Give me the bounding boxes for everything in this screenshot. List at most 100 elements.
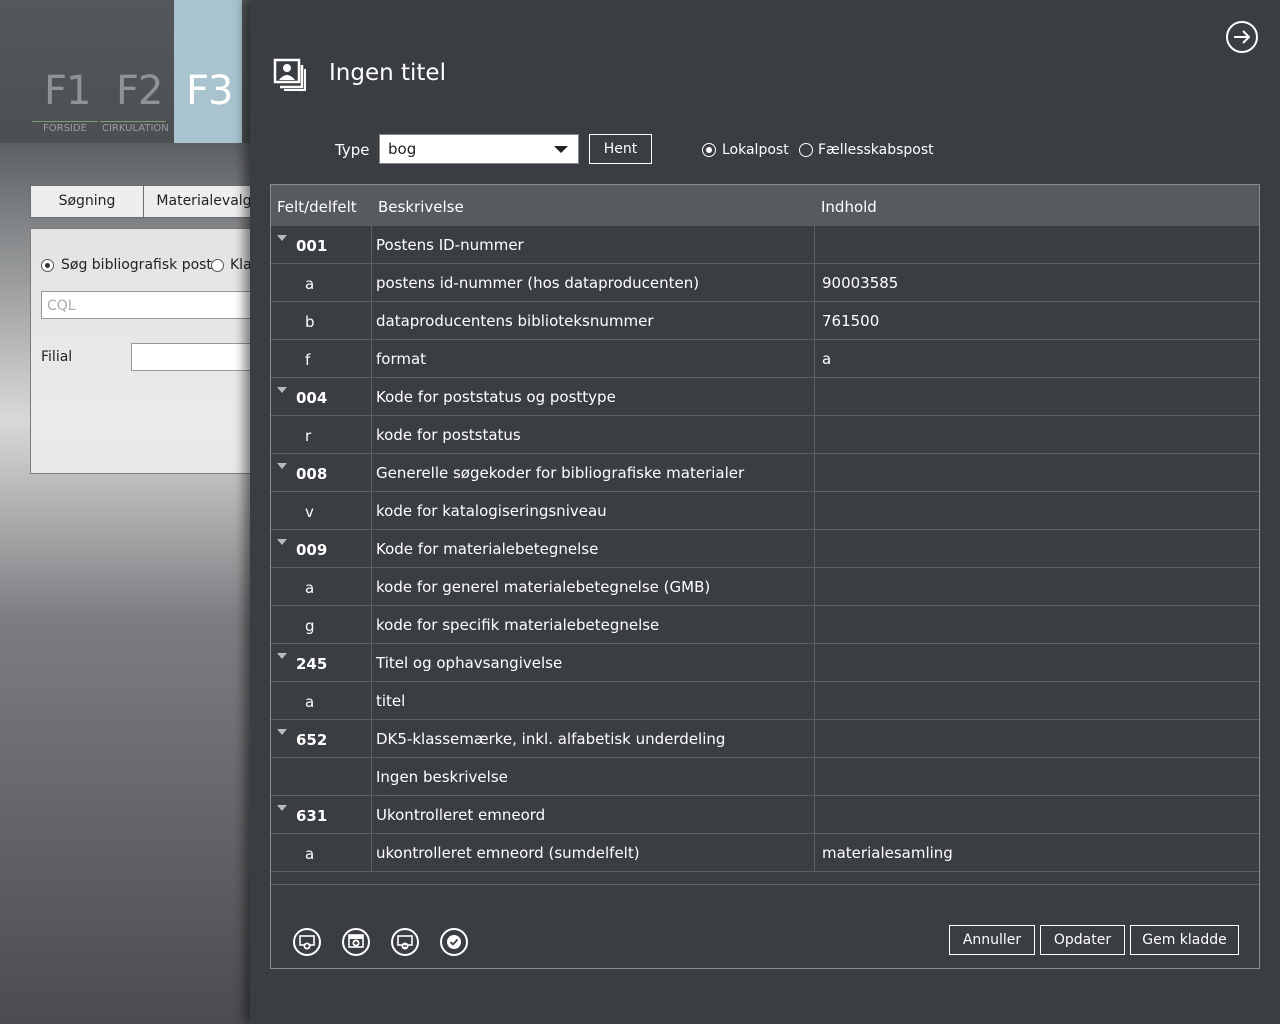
- cql-input[interactable]: CQL: [41, 291, 250, 319]
- type-label: Type: [335, 141, 370, 159]
- tab-sogning[interactable]: Søgning: [30, 185, 144, 218]
- field-row[interactable]: 008 Generelle søgekoder for bibliografisk…: [271, 454, 1259, 492]
- column-header-felt[interactable]: Felt/delfelt: [271, 185, 372, 226]
- cell-felt: 004: [271, 378, 372, 415]
- marc-table: Felt/delfelt Beskrivelse Indhold 001 Post…: [270, 184, 1260, 969]
- cell-felt: [271, 758, 372, 795]
- subfield-row[interactable]: a postens id-nummer (hos dataproducenten)…: [271, 264, 1259, 302]
- cell-indhold[interactable]: [815, 492, 1259, 529]
- tab-materialevalg[interactable]: Materialevalg: [143, 185, 250, 218]
- collapse-triangle-icon[interactable]: [277, 387, 287, 393]
- add-field-icon: [299, 935, 315, 950]
- cell-felt-code: 004: [296, 389, 328, 407]
- field-row[interactable]: 001 Postens ID-nummer: [271, 226, 1259, 264]
- cell-indhold[interactable]: [815, 416, 1259, 453]
- radio-lokalpost[interactable]: [702, 143, 716, 157]
- cell-felt-code: f: [305, 351, 311, 369]
- cell-felt-code: 631: [296, 807, 328, 825]
- cell-felt: v: [271, 492, 372, 529]
- cell-felt: g: [271, 606, 372, 643]
- hent-button[interactable]: Hent: [589, 134, 652, 164]
- cell-felt: b: [271, 302, 372, 339]
- type-select[interactable]: bog: [379, 134, 579, 164]
- add-subfield-icon: [348, 934, 364, 948]
- radio-search-bibliographic[interactable]: [41, 259, 54, 272]
- type-select-value: bog: [388, 140, 417, 158]
- cell-beskrivelse: DK5-klassemærke, inkl. alfabetisk underd…: [372, 720, 815, 757]
- f2-key[interactable]: F2: [116, 68, 163, 114]
- subfield-row[interactable]: g kode for specifik materialebetegnelse: [271, 606, 1259, 644]
- cell-beskrivelse: kode for katalogiseringsniveau: [372, 492, 815, 529]
- collapse-triangle-icon[interactable]: [277, 729, 287, 735]
- remove-field-button[interactable]: [391, 928, 419, 956]
- cell-indhold[interactable]: [815, 530, 1259, 567]
- filial-label: Filial: [41, 349, 73, 365]
- subfield-row[interactable]: b dataproducentens biblioteksnummer 761500: [271, 302, 1259, 340]
- cell-felt-code: v: [305, 503, 314, 521]
- cell-felt-code: b: [305, 313, 315, 331]
- subfield-row[interactable]: v kode for katalogiseringsniveau: [271, 492, 1259, 530]
- cell-felt: 008: [271, 454, 372, 491]
- column-header-beskrivelse[interactable]: Beskrivelse: [372, 185, 815, 226]
- cell-indhold[interactable]: [815, 226, 1259, 263]
- cell-felt: 001: [271, 226, 372, 263]
- field-row[interactable]: 009 Kode for materialebetegnelse: [271, 530, 1259, 568]
- collapse-triangle-icon[interactable]: [277, 653, 287, 659]
- f3-key[interactable]: F3: [186, 68, 233, 114]
- cell-indhold[interactable]: [815, 606, 1259, 643]
- gem-kladde-button[interactable]: Gem kladde: [1130, 925, 1239, 955]
- subfield-row[interactable]: a ukontrolleret emneord (sumdelfelt) mater…: [271, 834, 1259, 872]
- add-field-button[interactable]: [293, 928, 321, 956]
- record-icon: [273, 58, 306, 91]
- cell-indhold[interactable]: [815, 682, 1259, 719]
- cell-indhold[interactable]: [815, 454, 1259, 491]
- opdater-button[interactable]: Opdater: [1040, 925, 1125, 955]
- filial-input[interactable]: [131, 343, 250, 371]
- collapse-triangle-icon[interactable]: [277, 235, 287, 241]
- f1-label: FORSIDE: [43, 123, 87, 134]
- subfield-row[interactable]: a titel: [271, 682, 1259, 720]
- cell-indhold[interactable]: a: [815, 340, 1259, 377]
- f1-key[interactable]: F1: [44, 68, 91, 114]
- cell-indhold[interactable]: materialesamling: [815, 834, 1259, 871]
- cell-beskrivelse: Ingen beskrivelse: [372, 758, 815, 795]
- field-row[interactable]: 652 DK5-klassemærke, inkl. alfabetisk und…: [271, 720, 1259, 758]
- subfield-row[interactable]: f format a: [271, 340, 1259, 378]
- close-button[interactable]: [1226, 21, 1258, 53]
- cell-felt: f: [271, 340, 372, 377]
- cell-felt-code: 001: [296, 237, 328, 255]
- subfield-row[interactable]: r kode for poststatus: [271, 416, 1259, 454]
- annuller-button[interactable]: Annuller: [949, 925, 1035, 955]
- radio-other-label: Kla: [230, 257, 250, 273]
- radio-lokalpost-label: Lokalpost: [722, 142, 789, 158]
- field-row[interactable]: 245 Titel og ophavsangivelse: [271, 644, 1259, 682]
- collapse-triangle-icon[interactable]: [277, 463, 287, 469]
- collapse-triangle-icon[interactable]: [277, 539, 287, 545]
- cell-indhold[interactable]: [815, 758, 1259, 795]
- cell-indhold[interactable]: [815, 568, 1259, 605]
- arrow-right-icon: [1234, 30, 1251, 44]
- collapse-triangle-icon[interactable]: [277, 805, 287, 811]
- cell-indhold[interactable]: [815, 644, 1259, 681]
- cell-indhold[interactable]: [815, 378, 1259, 415]
- validate-button[interactable]: [440, 928, 468, 956]
- field-row[interactable]: 004 Kode for poststatus og posttype: [271, 378, 1259, 416]
- cell-indhold[interactable]: 761500: [815, 302, 1259, 339]
- subfield-row[interactable]: Ingen beskrivelse: [271, 758, 1259, 796]
- add-subfield-button[interactable]: [342, 928, 370, 956]
- subfield-row[interactable]: a kode for generel materialebetegnelse (G…: [271, 568, 1259, 606]
- cell-indhold[interactable]: [815, 720, 1259, 757]
- cell-indhold[interactable]: 90003585: [815, 264, 1259, 301]
- field-row[interactable]: 631 Ukontrolleret emneord: [271, 796, 1259, 834]
- radio-faellesskabspost[interactable]: [799, 143, 813, 157]
- cell-beskrivelse: kode for generel materialebetegnelse (GM…: [372, 568, 815, 605]
- radio-other[interactable]: [211, 259, 224, 272]
- cell-indhold[interactable]: [815, 796, 1259, 833]
- cell-felt: a: [271, 568, 372, 605]
- search-tabs: Søgning Materialevalg: [30, 185, 250, 218]
- column-header-indhold[interactable]: Indhold: [815, 185, 1259, 226]
- cell-beskrivelse: titel: [372, 682, 815, 719]
- cell-beskrivelse: format: [372, 340, 815, 377]
- cell-beskrivelse: Ukontrolleret emneord: [372, 796, 815, 833]
- cell-felt-code: 008: [296, 465, 328, 483]
